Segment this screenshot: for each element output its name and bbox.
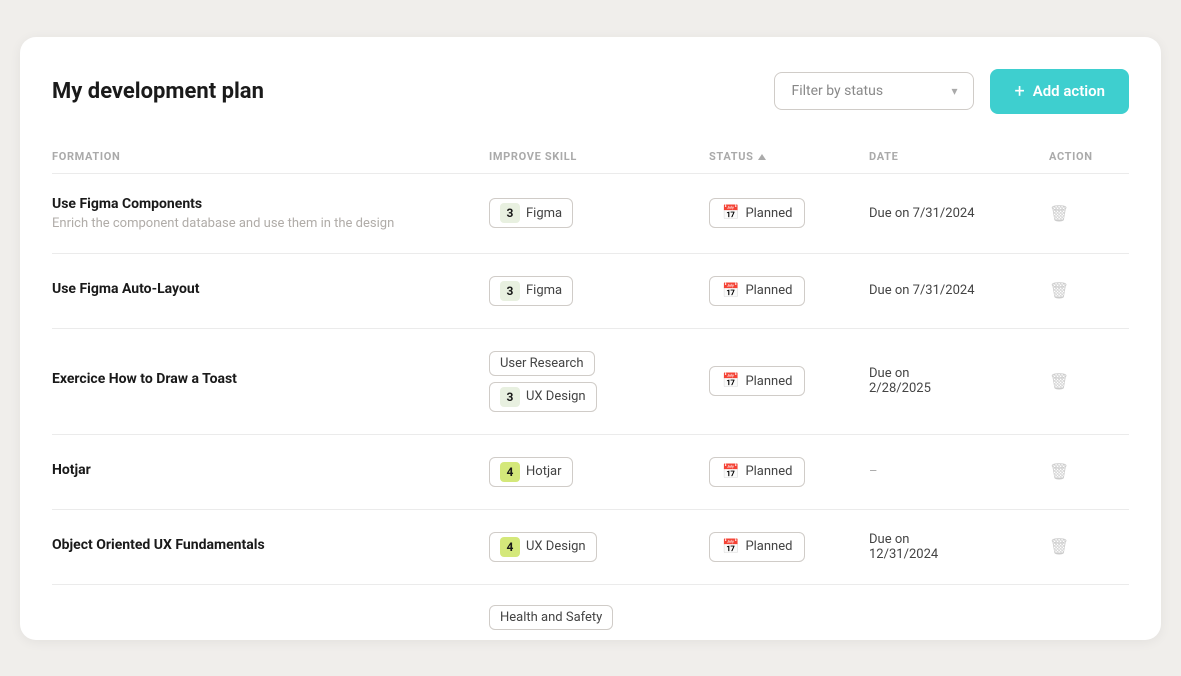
status-cell: 📅 Planned [709, 276, 869, 306]
action-cell: 🗑 [1049, 372, 1129, 391]
calendar-icon: 📅 [722, 464, 739, 480]
status-badge: 📅 Planned [709, 532, 805, 562]
skill-tag: 3 UX Design [489, 382, 597, 412]
table-header: Formation Improve Skill Status Date Acti… [52, 142, 1129, 174]
skill-level: 4 [500, 462, 520, 482]
partial-table-row: Health and Safety [52, 585, 1129, 640]
plus-icon: + [1014, 81, 1024, 102]
date-cell: Due on12/31/2024 [869, 532, 1049, 562]
status-badge: 📅 Planned [709, 457, 805, 487]
skill-level: 3 [500, 387, 520, 407]
calendar-icon: 📅 [722, 283, 739, 299]
delete-button[interactable]: 🗑 [1049, 537, 1069, 556]
calendar-icon: 📅 [722, 539, 739, 555]
add-action-label: Add action [1033, 82, 1105, 100]
formation-cell: Use Figma Components Enrich the componen… [52, 196, 489, 231]
formation-cell: Use Figma Auto-Layout [52, 281, 489, 301]
table-row: Exercice How to Draw a Toast User Resear… [52, 329, 1129, 435]
header-controls: Filter by status ▾ + Add action [774, 69, 1129, 114]
skill-tag: 3 Figma [489, 276, 573, 306]
status-badge: 📅 Planned [709, 276, 805, 306]
skill-tags: Health and Safety [489, 605, 709, 630]
calendar-icon: 📅 [722, 205, 739, 221]
skill-tag: 4 Hotjar [489, 457, 573, 487]
status-cell: 📅 Planned [709, 532, 869, 562]
skill-name: User Research [500, 356, 584, 371]
col-formation: Formation [52, 150, 489, 163]
formation-subtitle: Enrich the component database and use th… [52, 216, 489, 231]
skill-tag: 4 UX Design [489, 532, 597, 562]
status-cell: 📅 Planned [709, 366, 869, 396]
skill-name: Figma [526, 283, 562, 298]
date-cell: Due on 7/31/2024 [869, 283, 1049, 298]
delete-button[interactable]: 🗑 [1049, 204, 1069, 223]
chevron-down-icon: ▾ [951, 84, 957, 98]
skill-level: 4 [500, 537, 520, 557]
status-label: Planned [745, 539, 792, 554]
status-label: Planned [745, 464, 792, 479]
skill-tags: User Research 3 UX Design [489, 351, 709, 412]
skill-tag: User Research [489, 351, 595, 376]
status-badge: 📅 Planned [709, 366, 805, 396]
status-badge: 📅 Planned [709, 198, 805, 228]
col-status: Status [709, 150, 869, 163]
skill-tag: 3 Figma [489, 198, 573, 228]
formation-cell: Object Oriented UX Fundamentals [52, 537, 489, 557]
skill-name: Hotjar [526, 464, 562, 479]
skill-name: UX Design [526, 539, 586, 554]
col-date: Date [869, 150, 1049, 163]
formation-title: Use Figma Components [52, 196, 489, 212]
table-row: Use Figma Components Enrich the componen… [52, 174, 1129, 254]
col-improve-skill: Improve Skill [489, 150, 709, 163]
formation-title: Exercice How to Draw a Toast [52, 371, 489, 387]
skill-name: Health and Safety [500, 610, 602, 625]
page-header: My development plan Filter by status ▾ +… [52, 69, 1129, 114]
delete-button[interactable]: 🗑 [1049, 372, 1069, 391]
formation-cell: Hotjar [52, 462, 489, 482]
status-cell: 📅 Planned [709, 198, 869, 228]
action-cell: 🗑 [1049, 537, 1129, 556]
filter-placeholder: Filter by status [791, 83, 883, 99]
formation-title: Object Oriented UX Fundamentals [52, 537, 489, 553]
skill-level: 3 [500, 281, 520, 301]
add-action-button[interactable]: + Add action [990, 69, 1129, 114]
action-cell: 🗑 [1049, 281, 1129, 300]
table-row: Object Oriented UX Fundamentals 4 UX Des… [52, 510, 1129, 585]
status-label: Planned [745, 283, 792, 298]
status-label: Planned [745, 206, 792, 221]
table-row: Hotjar 4 Hotjar 📅 Planned – 🗑 [52, 435, 1129, 510]
date-cell: Due on2/28/2025 [869, 366, 1049, 396]
formation-title: Hotjar [52, 462, 489, 478]
calendar-icon: 📅 [722, 373, 739, 389]
skill-tags: 4 Hotjar [489, 457, 709, 487]
skill-name: UX Design [526, 389, 586, 404]
action-cell: 🗑 [1049, 462, 1129, 481]
skill-tags: 4 UX Design [489, 532, 709, 562]
formation-cell: Exercice How to Draw a Toast [52, 371, 489, 391]
formation-title: Use Figma Auto-Layout [52, 281, 489, 297]
date-cell: Due on 7/31/2024 [869, 206, 1049, 221]
skill-level: 3 [500, 203, 520, 223]
page-title: My development plan [52, 79, 264, 104]
skill-tags: 3 Figma [489, 276, 709, 306]
filter-dropdown[interactable]: Filter by status ▾ [774, 72, 974, 110]
main-card: My development plan Filter by status ▾ +… [20, 37, 1161, 640]
delete-button[interactable]: 🗑 [1049, 281, 1069, 300]
skill-tag: Health and Safety [489, 605, 613, 630]
status-label: Planned [745, 374, 792, 389]
action-cell: 🗑 [1049, 204, 1129, 223]
sort-icon[interactable] [758, 154, 766, 160]
delete-button[interactable]: 🗑 [1049, 462, 1069, 481]
date-cell: – [869, 464, 1049, 479]
col-action: Action [1049, 150, 1129, 163]
skill-tags: 3 Figma [489, 198, 709, 228]
status-cell: 📅 Planned [709, 457, 869, 487]
skill-name: Figma [526, 206, 562, 221]
table-row: Use Figma Auto-Layout 3 Figma 📅 Planned … [52, 254, 1129, 329]
